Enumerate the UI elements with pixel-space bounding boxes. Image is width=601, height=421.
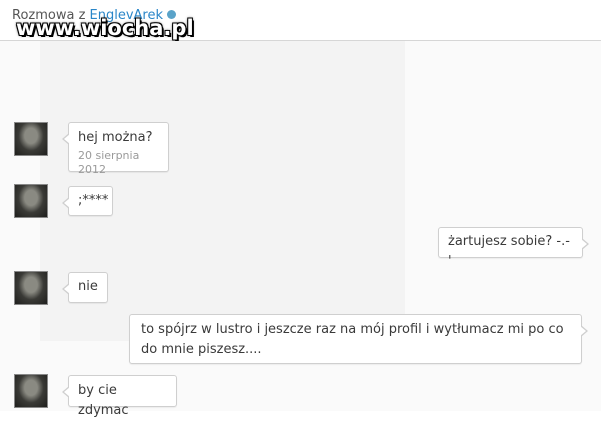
avatar[interactable]: [14, 122, 48, 156]
message-text: nie: [78, 279, 98, 294]
message-bubble: to spójrz w lustro i jeszcze raz na mój …: [129, 314, 588, 364]
message-bubble: hej można? 20 sierpnia 2012: [62, 122, 169, 176]
message-text: to spójrz w lustro i jeszcze raz na mój …: [141, 322, 564, 357]
message-text: ;****: [78, 193, 109, 208]
avatar[interactable]: [14, 184, 48, 218]
message-bubble: by cie zdymac: [62, 375, 177, 418]
message-bubble: żartujesz sobie? -.-': [438, 227, 589, 269]
message-bubble: ;****: [62, 186, 113, 216]
avatar[interactable]: [14, 271, 48, 305]
message-text: by cie zdymac: [78, 383, 129, 418]
message-text: hej można?: [78, 130, 153, 145]
message-bubble: nie: [62, 272, 108, 303]
conversation-header: Rozmowa z EnglevArek www.wiocha.pl: [0, 0, 601, 41]
message-timestamp: 20 sierpnia 2012: [78, 149, 140, 176]
watermark-logo: www.wiocha.pl: [16, 16, 194, 40]
avatar[interactable]: [14, 374, 48, 408]
